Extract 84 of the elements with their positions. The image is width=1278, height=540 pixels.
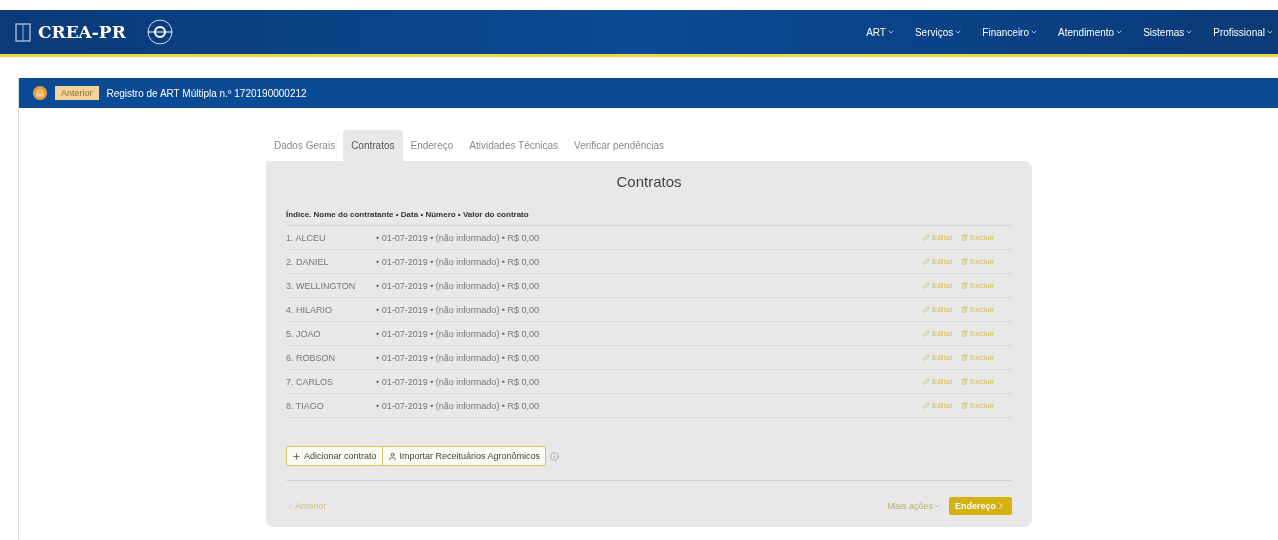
contractor-name: 5. JOAO [286,328,322,339]
pencil-icon [923,378,931,385]
pencil-icon [923,354,931,361]
delete-link[interactable]: Excluir [961,281,994,290]
contractor-name: 6. ROBSON [286,352,336,363]
delete-link[interactable]: Excluir [961,377,994,386]
pencil-icon [923,306,931,313]
add-contract-button[interactable]: Adicionar contrato [287,447,382,465]
panel-title: Contratos [615,173,683,190]
caret-icon [1185,28,1194,36]
list-header: Índice. Nome do contratante • Data • Número • Valor do contrato [286,206,1012,226]
contract-details: • 01-07-2019 • (não informado) • R$ 0,00 [376,400,540,411]
logo-text: CREA-PR [38,22,126,42]
home-button[interactable] [33,86,47,100]
person-icon [387,451,397,461]
edit-link[interactable]: Editar [923,257,953,266]
trash-icon [961,234,968,241]
trash-icon [961,330,968,337]
trash-icon [961,354,968,361]
nav-menu-item[interactable]: Atendimento [1058,26,1124,38]
nav-menu-item[interactable]: Sistemas [1143,26,1194,38]
tab[interactable]: Endereço [402,130,462,161]
pencil-icon [923,258,931,265]
edit-link[interactable]: Editar [923,233,953,242]
pencil-icon [923,330,931,337]
tab[interactable]: Atividades Técnicas [461,130,567,161]
trash-icon [961,306,968,313]
edit-link[interactable]: Editar [923,377,953,386]
nav-menu-item[interactable]: Profissional [1213,26,1274,38]
pencil-icon [923,402,931,409]
caret-icon [1266,28,1274,36]
contractor-name: 2. DANIEL [286,256,330,267]
contract-details: • 01-07-2019 • (não informado) • R$ 0,00 [376,280,540,291]
contract-details: • 01-07-2019 • (não informado) • R$ 0,00 [376,232,540,243]
caret-icon [886,28,895,36]
edit-link[interactable]: Editar [923,401,953,410]
pencil-icon [923,234,931,241]
delete-link[interactable]: Excluir [961,257,994,266]
delete-link[interactable]: Excluir [961,329,994,338]
delete-link[interactable]: Excluir [961,305,994,314]
nav-menu-item[interactable]: Financeiro [982,26,1038,38]
contractor-name: 8. TIAGO [286,400,325,411]
contract-details: • 01-07-2019 • (não informado) • R$ 0,00 [376,304,540,315]
previous-link[interactable]: Anterior [286,501,327,511]
edit-link[interactable]: Editar [923,329,953,338]
contractor-name: 1. ALCEU [286,232,327,243]
next-button[interactable]: Endereço [949,497,1012,515]
caret-icon [1030,28,1038,36]
caret-icon [933,502,941,510]
edit-link[interactable]: Editar [923,281,953,290]
tab[interactable]: Dados Gerais [266,130,344,161]
edit-link[interactable]: Editar [923,305,953,314]
trash-icon [961,378,968,385]
door-icon [14,21,32,43]
contract-details: • 01-07-2019 • (não informado) • R$ 0,00 [376,256,540,267]
contract-details: • 01-07-2019 • (não informado) • R$ 0,00 [376,376,540,387]
more-actions-link[interactable]: Mais ações [887,501,941,511]
contractor-name: 3. WELLINGTON [286,280,357,291]
delete-link[interactable]: Excluir [961,233,994,242]
edit-link[interactable]: Editar [923,353,953,362]
trash-icon [961,402,968,409]
caret-icon [954,28,963,36]
import-button[interactable]: Importar Receituários Agronômicos [381,447,546,465]
pencil-icon [923,282,931,289]
caret-icon [1115,28,1124,36]
contractor-name: 7. CARLOS [286,376,335,387]
contract-details: • 01-07-2019 • (não informado) • R$ 0,00 [376,352,540,363]
tab[interactable]: Contratos [343,130,403,161]
contractor-name: 4. HILARIO [286,304,333,315]
trash-icon [961,258,968,265]
tab[interactable]: Verificar pendências [566,130,673,161]
nav-menu-item[interactable]: Serviços [914,26,963,38]
trash-icon [961,282,968,289]
contract-details: • 01-07-2019 • (não informado) • R$ 0,00 [376,328,540,339]
back-link[interactable]: Anterior [55,86,99,100]
seal-icon [145,18,174,46]
nav-menu-item[interactable]: ART [866,26,895,38]
chevron-right-icon [996,501,1006,511]
page-title: Registro de ART Múltipla n.º 1720190000212 [106,87,307,99]
chevron-left-icon [286,501,295,511]
delete-link[interactable]: Excluir [961,401,994,410]
plus-icon [292,451,301,461]
delete-link[interactable]: Excluir [961,353,994,362]
house-icon [36,89,44,97]
